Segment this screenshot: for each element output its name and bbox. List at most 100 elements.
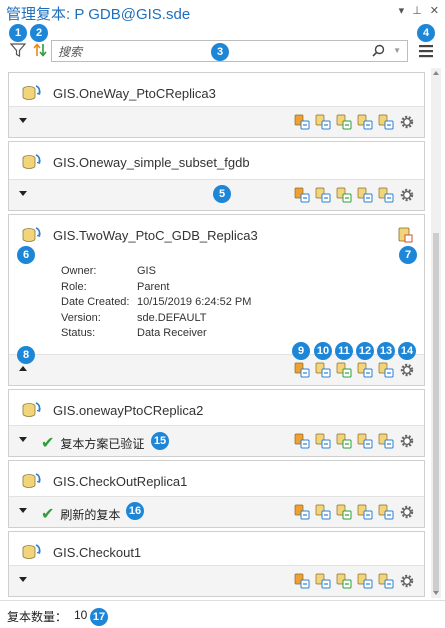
gear-icon[interactable] (398, 186, 416, 204)
hamburger-menu-icon[interactable] (418, 43, 434, 59)
replica-status-text: 复本方案已验证 (60, 436, 145, 451)
synchronize-changes-icon[interactable] (293, 186, 311, 204)
vertical-scrollbar[interactable] (431, 68, 441, 598)
synchronize-changes-icon[interactable] (293, 361, 311, 379)
gear-icon[interactable] (398, 503, 416, 521)
replica-properties-icon[interactable] (396, 226, 414, 244)
validate-replica-icon[interactable] (335, 113, 353, 131)
replica-card[interactable]: GIS.OneWay_PtoCReplica3 (8, 72, 425, 138)
replica-card[interactable]: GIS.Checkout1 (8, 531, 425, 597)
replica-name[interactable]: GIS.Oneway_simple_subset_fgdb (53, 155, 250, 170)
export-acknowledgment-icon[interactable] (356, 503, 374, 521)
replica-name[interactable]: GIS.Checkout1 (53, 545, 141, 560)
replica-card[interactable]: GIS.TwoWay_PtoC_GDB_Replica3 Owner: GIS Ro… (8, 214, 425, 386)
search-icon[interactable] (372, 44, 385, 57)
replica-name[interactable]: GIS.onewayPtoCReplica2 (53, 403, 203, 418)
detail-value: GIS (137, 265, 156, 277)
replica-details: Owner: GIS Role: Parent Date Created: 10/15/2… (61, 265, 251, 343)
export-acknowledgment-icon[interactable] (356, 113, 374, 131)
filter-icon[interactable] (10, 42, 26, 58)
replica-name[interactable]: GIS.TwoWay_PtoC_GDB_Replica3 (53, 228, 258, 243)
expand-caret-icon[interactable] (19, 508, 27, 513)
create-replica-icon[interactable] (314, 361, 332, 379)
create-replica-icon[interactable] (314, 503, 332, 521)
detail-value: Data Receiver (137, 327, 207, 339)
pane-title-bar: 管理复本: P GDB@GIS.sde ▾ ⊥ ✕ (0, 0, 445, 24)
replica-status: ✔ 刷新的复本 (41, 504, 120, 524)
replica-header[interactable]: GIS.CheckOutReplica1 (9, 461, 424, 501)
validate-replica-icon[interactable] (335, 186, 353, 204)
scroll-up-icon[interactable] (433, 71, 439, 75)
create-replica-icon[interactable] (314, 572, 332, 590)
replica-icon (19, 224, 43, 248)
import-message-icon[interactable] (377, 113, 395, 131)
validate-replica-icon[interactable] (335, 503, 353, 521)
validate-replica-icon[interactable] (335, 432, 353, 450)
detail-value: 10/15/2019 6:24:52 PM (137, 296, 252, 308)
validate-replica-icon[interactable] (335, 572, 353, 590)
replica-card[interactable]: GIS.onewayPtoCReplica2 ✔ 复本方案已验证 (8, 389, 425, 457)
sort-icon[interactable] (32, 42, 48, 58)
create-replica-icon[interactable] (314, 113, 332, 131)
detail-value: Parent (137, 280, 170, 293)
close-icon[interactable]: ✕ (430, 4, 439, 17)
detail-label: Role: (61, 280, 87, 293)
replica-card[interactable]: GIS.CheckOutReplica1 ✔ 刷新的复本 (8, 460, 425, 528)
search-dropdown-icon[interactable]: ▼ (393, 46, 401, 55)
import-message-icon[interactable] (377, 432, 395, 450)
scroll-down-icon[interactable] (433, 591, 439, 595)
pin-icon[interactable]: ⊥ (412, 4, 422, 17)
replica-header[interactable]: GIS.onewayPtoCReplica2 (9, 390, 424, 430)
detail-label: Date Created: (61, 296, 130, 308)
replica-actions (293, 572, 416, 590)
gear-icon[interactable] (398, 432, 416, 450)
callout-badge: 15 (151, 432, 169, 450)
callout-badge: 3 (211, 43, 229, 61)
scroll-thumb[interactable] (433, 233, 439, 591)
expand-caret-icon[interactable] (19, 191, 27, 196)
import-message-icon[interactable] (377, 186, 395, 204)
synchronize-changes-icon[interactable] (293, 572, 311, 590)
replica-name[interactable]: GIS.OneWay_PtoCReplica3 (53, 86, 216, 101)
validate-replica-icon[interactable] (335, 361, 353, 379)
callout-badge: 13 (377, 342, 395, 360)
import-message-icon[interactable] (377, 503, 395, 521)
gear-icon[interactable] (398, 113, 416, 131)
collapse-caret-icon[interactable] (19, 366, 27, 371)
gear-icon[interactable] (398, 572, 416, 590)
export-acknowledgment-icon[interactable] (356, 361, 374, 379)
callout-badge: 12 (356, 342, 374, 360)
export-acknowledgment-icon[interactable] (356, 432, 374, 450)
replica-actions (293, 503, 416, 521)
import-message-icon[interactable] (377, 572, 395, 590)
replica-actions (293, 432, 416, 450)
replica-name[interactable]: GIS.CheckOutReplica1 (53, 474, 187, 489)
check-icon: ✔ (41, 435, 55, 452)
export-acknowledgment-icon[interactable] (356, 572, 374, 590)
callout-badge: 2 (30, 24, 48, 42)
gear-icon[interactable] (398, 361, 416, 379)
status-footer: 复本数量： 10 (0, 600, 445, 628)
callout-badge: 9 (292, 342, 310, 360)
replica-count-value: 10 (74, 608, 88, 622)
expand-caret-icon[interactable] (19, 118, 27, 123)
import-message-icon[interactable] (377, 361, 395, 379)
replica-toolbar: ✔ 刷新的复本 (9, 496, 424, 527)
replica-header[interactable]: GIS.Oneway_simple_subset_fgdb (9, 142, 424, 182)
replica-toolbar (9, 106, 424, 137)
replica-icon (19, 399, 43, 423)
replica-header[interactable]: GIS.TwoWay_PtoC_GDB_Replica3 (9, 215, 424, 255)
replica-icon (19, 82, 43, 106)
callout-badge: 14 (398, 342, 416, 360)
search-box[interactable]: ▼ (51, 40, 408, 62)
export-acknowledgment-icon[interactable] (356, 186, 374, 204)
synchronize-changes-icon[interactable] (293, 432, 311, 450)
synchronize-changes-icon[interactable] (293, 113, 311, 131)
expand-caret-icon[interactable] (19, 577, 27, 582)
synchronize-changes-icon[interactable] (293, 503, 311, 521)
pane-options-icon[interactable]: ▾ (399, 4, 405, 17)
create-replica-icon[interactable] (314, 186, 332, 204)
detail-label: Owner: (61, 265, 97, 277)
expand-caret-icon[interactable] (19, 437, 27, 442)
create-replica-icon[interactable] (314, 432, 332, 450)
